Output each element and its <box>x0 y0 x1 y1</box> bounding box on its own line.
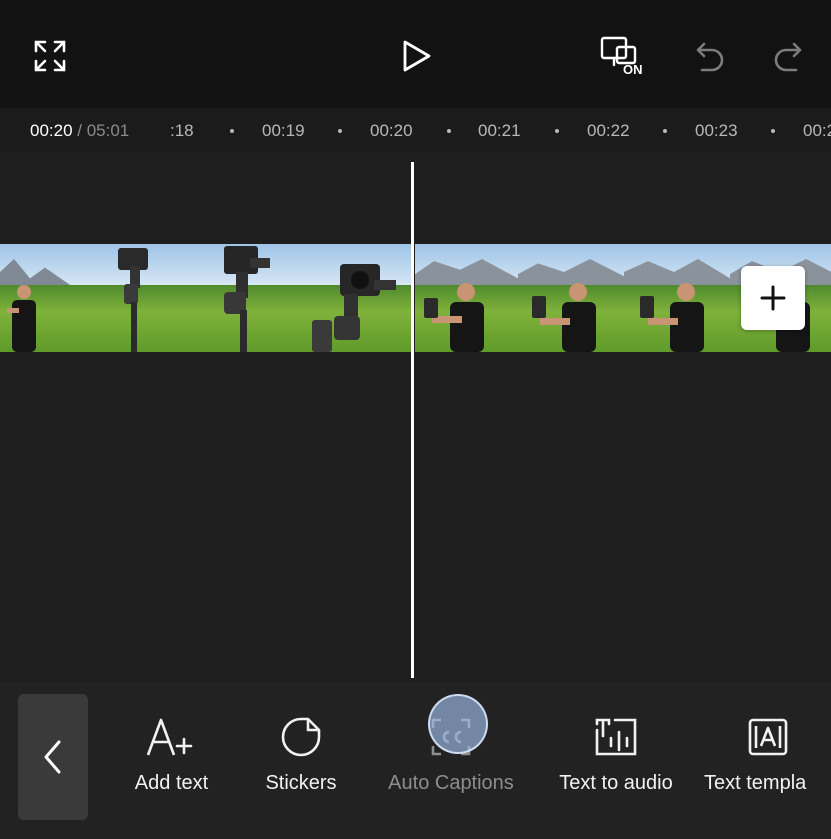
tool-label: Stickers <box>265 772 337 794</box>
proxy-on-badge: ON <box>623 62 643 77</box>
top-bar: ON <box>0 0 831 108</box>
back-button[interactable] <box>18 694 88 820</box>
time-ruler[interactable]: 00:20 / 05:01 :18 00:19 00:20 00:21 00:2… <box>0 108 831 152</box>
proxy-on-icon[interactable]: ON <box>598 34 650 80</box>
tool-stickers[interactable]: Stickers <box>256 714 346 795</box>
tool-text-template[interactable]: Text templa <box>704 714 831 795</box>
ruler-tick: 00:23 <box>695 121 738 140</box>
chevron-left-icon <box>44 740 61 774</box>
redo-icon[interactable] <box>768 36 808 76</box>
clip-thumbnail <box>0 244 70 352</box>
add-text-icon <box>144 714 200 760</box>
ruler-tick: :18 <box>170 121 194 140</box>
ruler-tick: 00:22 <box>587 121 630 140</box>
add-clip-button[interactable] <box>741 266 805 330</box>
ruler-dot <box>555 129 559 133</box>
tool-label: Auto Captions <box>388 772 514 794</box>
clip-thumbnail <box>518 244 624 352</box>
sticker-icon <box>280 714 322 760</box>
clip-thumbnail <box>624 244 730 352</box>
ruler-tick: 00:21 <box>478 121 521 140</box>
ruler-tick: 00:2 <box>803 121 831 140</box>
play-icon[interactable] <box>396 36 436 76</box>
undo-icon[interactable] <box>690 36 730 76</box>
playhead[interactable] <box>411 162 414 678</box>
tool-label: Text to audio <box>559 772 673 794</box>
tool-label: Add text <box>134 772 209 794</box>
current-time: 00:20 <box>30 121 73 140</box>
touch-indicator <box>428 694 488 754</box>
ruler-dot <box>663 129 667 133</box>
timeline-track-area[interactable] <box>0 152 831 682</box>
video-clip-track[interactable] <box>0 244 831 352</box>
time-readout: 00:20 / 05:01 <box>30 121 129 141</box>
time-separator: / <box>72 121 87 140</box>
ruler-tick: 00:19 <box>262 121 305 140</box>
clip-thumbnail <box>178 244 286 352</box>
ruler-dot <box>771 129 775 133</box>
ruler-dot <box>447 129 451 133</box>
tool-text-to-audio[interactable]: Text to audio <box>545 714 687 795</box>
plus-icon <box>760 285 786 311</box>
text-to-audio-icon <box>593 714 639 760</box>
ruler-tick: 00:20 <box>370 121 413 140</box>
tool-label: Text templa <box>704 772 807 794</box>
text-template-icon <box>704 714 831 760</box>
clip-thumbnail <box>412 244 518 352</box>
fullscreen-icon[interactable] <box>30 36 70 76</box>
tool-add-text[interactable]: Add text <box>124 714 219 795</box>
ruler-dot <box>338 129 342 133</box>
ruler-dot <box>230 129 234 133</box>
total-time: 05:01 <box>86 121 130 140</box>
clip-thumbnail <box>70 244 178 352</box>
clip-thumbnail <box>286 244 412 352</box>
